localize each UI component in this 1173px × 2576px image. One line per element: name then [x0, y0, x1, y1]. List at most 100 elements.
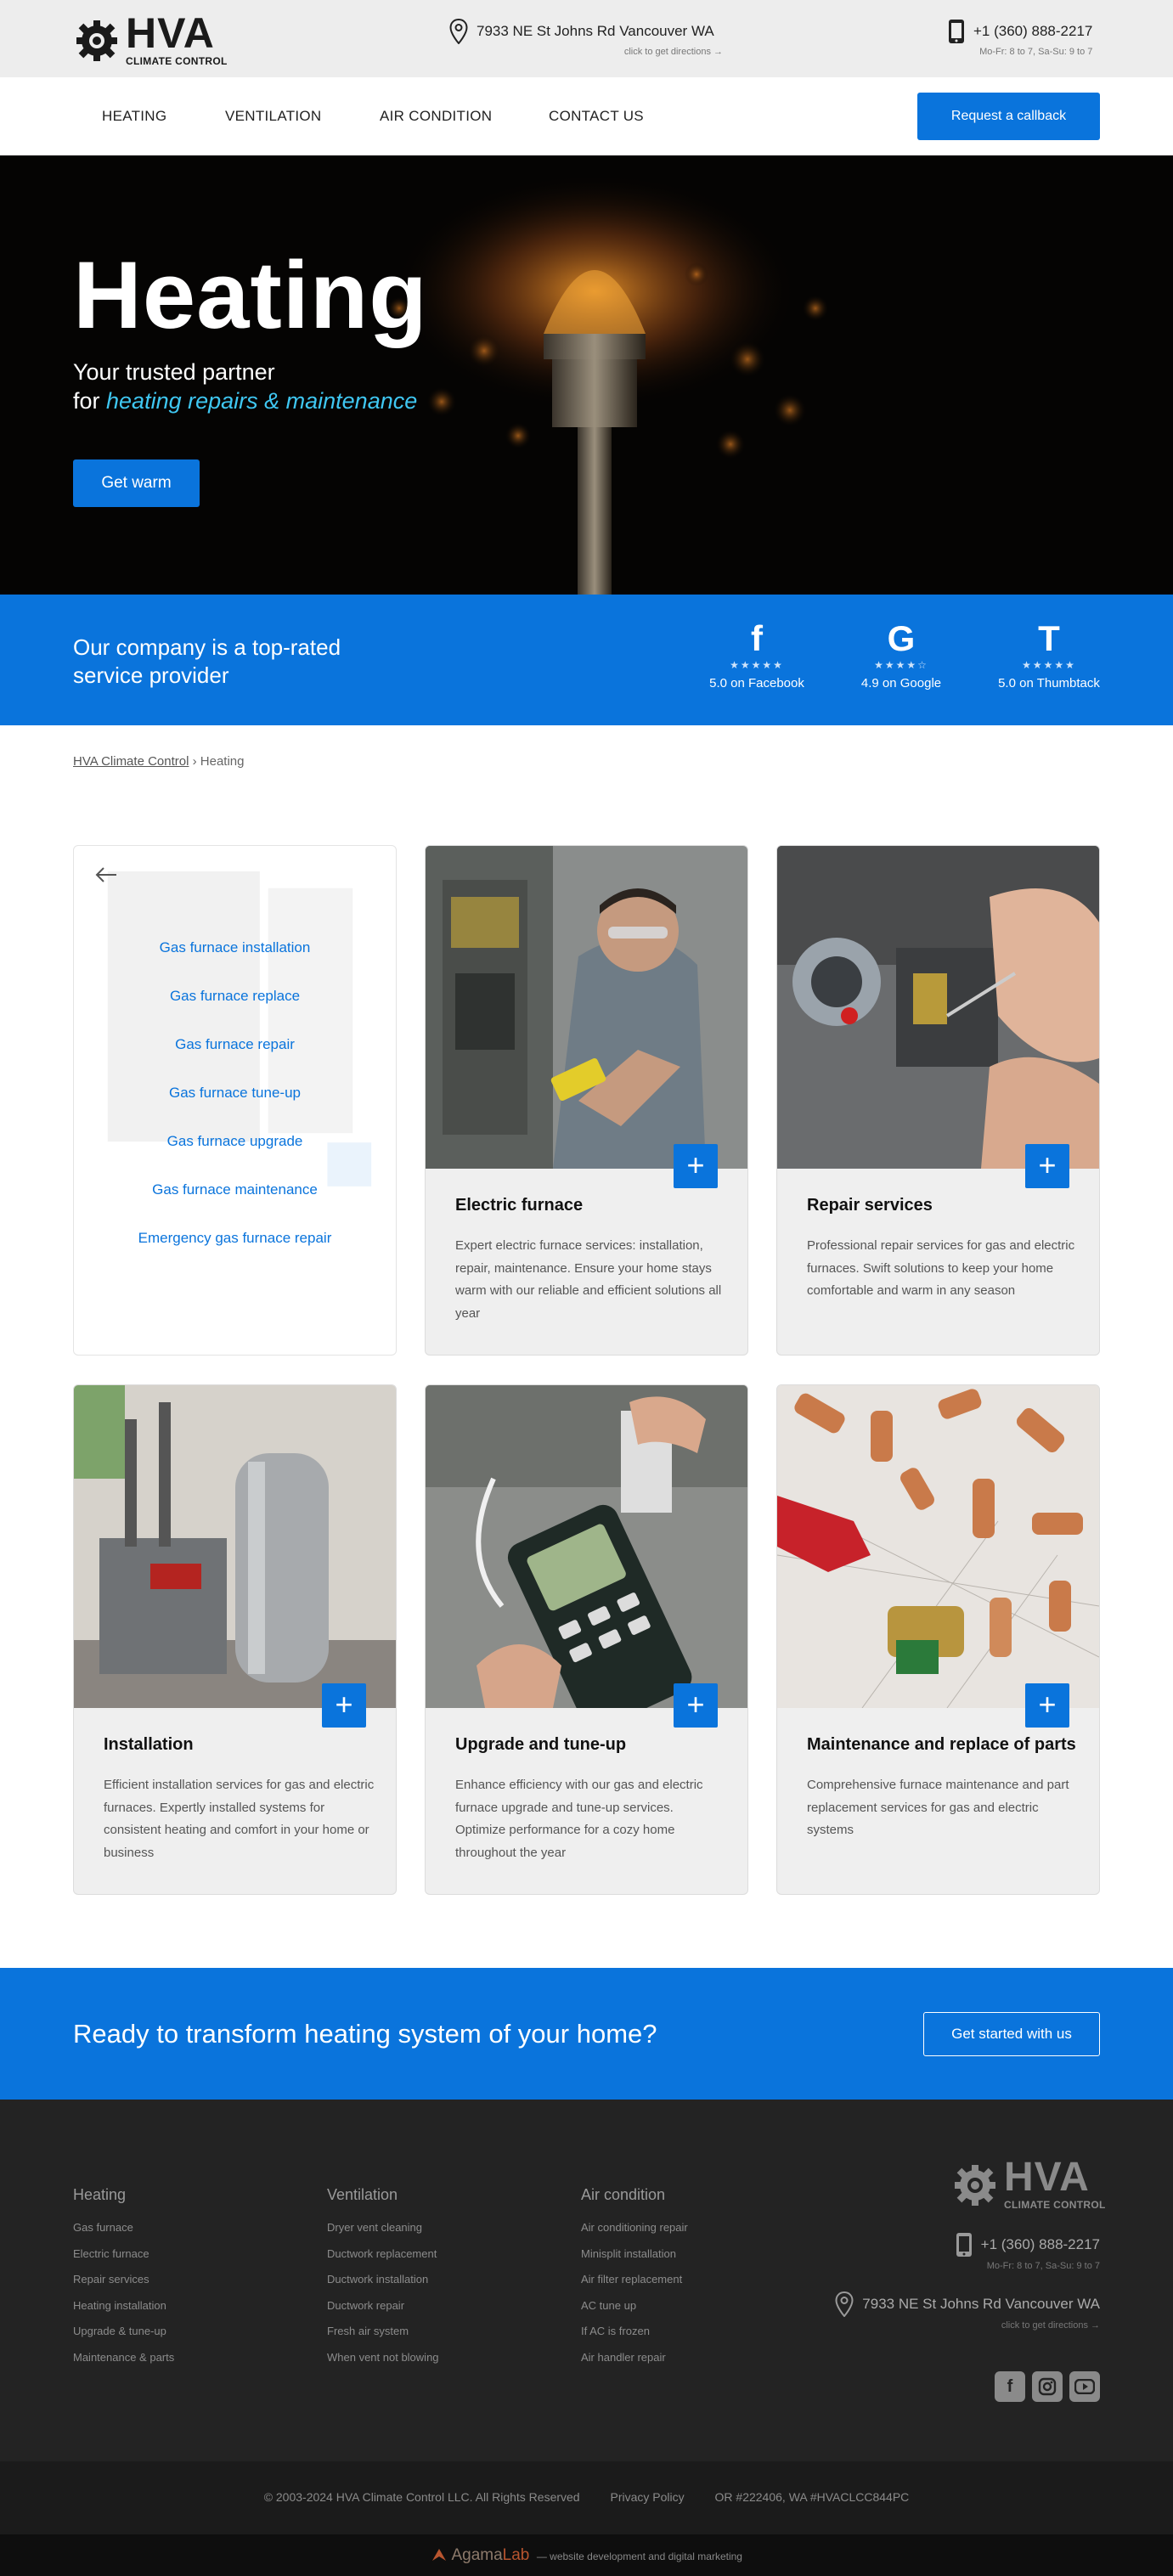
- menu-item-maintenance[interactable]: Gas furnace maintenance: [74, 1181, 396, 1230]
- star-rating: ★★★★★: [730, 659, 784, 671]
- nav-air-condition[interactable]: AIR CONDITION: [380, 108, 492, 125]
- card-title: Maintenance and replace of parts: [807, 1735, 1076, 1754]
- card-description: Enhance efficiency with our gas and elec…: [455, 1778, 703, 1860]
- youtube-icon[interactable]: [1069, 2371, 1100, 2402]
- facebook-icon[interactable]: f: [995, 2371, 1025, 2402]
- footer-column-title[interactable]: Air condition: [581, 2186, 688, 2204]
- hands-repairing-furnace-image: [777, 846, 1099, 1169]
- footer-link[interactable]: Heating installation: [73, 2299, 174, 2325]
- footer-link[interactable]: Ductwork installation: [327, 2273, 439, 2299]
- breadcrumb-current: Heating: [200, 754, 245, 769]
- address-text: 7933 NE St Johns Rd Vancouver WA: [862, 2296, 1100, 2312]
- card-title: Repair services: [807, 1196, 933, 1215]
- footer-logo[interactable]: HVA CLIMATE CONTROL: [951, 2157, 1106, 2210]
- developer-name: AgamaLab: [451, 2546, 529, 2564]
- copyright-text: © 2003-2024 HVA Climate Control LLC. All…: [263, 2490, 580, 2504]
- gear-logo-icon: [76, 20, 117, 61]
- instagram-icon[interactable]: [1032, 2371, 1063, 2402]
- get-started-button[interactable]: Get started with us: [923, 2012, 1100, 2056]
- gas-furnace-menu-card: Gas furnace installation Gas furnace rep…: [73, 845, 397, 1356]
- top-bar: HVA CLIMATE CONTROL 7933 NE St Johns Rd …: [0, 0, 1173, 77]
- hero-tagline-1: Your trusted partner: [73, 359, 275, 385]
- hero-tagline-accent: heating repairs & maintenance: [106, 388, 418, 414]
- cta-band: Ready to transform heating system of you…: [0, 1968, 1173, 2100]
- plus-icon[interactable]: +: [1025, 1683, 1069, 1728]
- menu-item-emergency-repair[interactable]: Emergency gas furnace repair: [74, 1230, 396, 1278]
- address-hint[interactable]: click to get directions →: [449, 47, 723, 57]
- gas-furnace-menu: Gas furnace installation Gas furnace rep…: [74, 939, 396, 1278]
- developer-credit[interactable]: AgamaLab — website development and digit…: [0, 2534, 1173, 2576]
- plus-icon[interactable]: +: [322, 1683, 366, 1728]
- footer-column-title[interactable]: Heating: [73, 2186, 174, 2204]
- menu-item-replace[interactable]: Gas furnace replace: [74, 988, 396, 1036]
- footer-link[interactable]: If AC is frozen: [581, 2325, 688, 2351]
- opening-hours: Mo-Fr: 8 to 7, Sa-Su: 9 to 7: [986, 2261, 1100, 2271]
- card-description: Expert electric furnace services: instal…: [455, 1238, 722, 1321]
- menu-item-installation[interactable]: Gas furnace installation: [74, 939, 396, 988]
- installed-boiler-image: [74, 1385, 396, 1708]
- star-rating: ★★★★★: [1022, 659, 1076, 671]
- breadcrumb-separator: ›: [192, 754, 197, 769]
- service-card-installation[interactable]: + Installation Efficient installation se…: [73, 1384, 397, 1895]
- card-description: Efficient installation services for gas …: [104, 1778, 375, 1860]
- rating-facebook[interactable]: f ★★★★★ 5.0 on Facebook: [697, 620, 816, 691]
- footer-phone[interactable]: +1 (360) 888-2217 Mo-Fr: 8 to 7, Sa-Su: …: [956, 2232, 1100, 2271]
- header-phone[interactable]: +1 (360) 888-2217 Mo-Fr: 8 to 7, Sa-Su: …: [948, 19, 1092, 57]
- footer-column-title[interactable]: Ventilation: [327, 2186, 439, 2204]
- mobile-phone-icon: [956, 2233, 972, 2257]
- card-title: Electric furnace: [455, 1196, 584, 1215]
- plus-icon[interactable]: +: [1025, 1144, 1069, 1188]
- service-card-repair-services[interactable]: + Repair services Professional repair se…: [776, 845, 1100, 1356]
- footer-link[interactable]: Air conditioning repair: [581, 2221, 688, 2247]
- nav-ventilation[interactable]: VENTILATION: [225, 108, 322, 125]
- service-card-electric-furnace[interactable]: + Electric furnace Expert electric furna…: [425, 845, 748, 1356]
- plus-icon[interactable]: +: [674, 1144, 718, 1188]
- back-arrow-icon[interactable]: [93, 861, 120, 888]
- breadcrumb-home-link[interactable]: HVA Climate Control: [73, 754, 189, 769]
- footer-link[interactable]: Fresh air system: [327, 2325, 439, 2351]
- footer-link[interactable]: Gas furnace: [73, 2221, 174, 2247]
- footer-link[interactable]: Minisplit installation: [581, 2247, 688, 2274]
- service-card-upgrade-tune-up[interactable]: + Upgrade and tune-up Enhance efficiency…: [425, 1384, 748, 1895]
- footer-link[interactable]: Dryer vent cleaning: [327, 2221, 439, 2247]
- footer-address[interactable]: 7933 NE St Johns Rd Vancouver WA click t…: [835, 2291, 1100, 2331]
- footer-link[interactable]: Repair services: [73, 2273, 174, 2299]
- footer: Heating Gas furnace Electric furnace Rep…: [0, 2100, 1173, 2461]
- hero-tagline-prefix: for: [73, 388, 107, 414]
- footer-link[interactable]: Ductwork replacement: [327, 2247, 439, 2274]
- logo-name: HVA: [1004, 2155, 1090, 2200]
- footer-link[interactable]: Air handler repair: [581, 2351, 688, 2377]
- menu-item-repair[interactable]: Gas furnace repair: [74, 1036, 396, 1085]
- developer-tagline: — website development and digital market…: [536, 2551, 742, 2562]
- menu-item-tune-up[interactable]: Gas furnace tune-up: [74, 1085, 396, 1133]
- footer-link[interactable]: When vent not blowing: [327, 2351, 439, 2377]
- menu-item-upgrade[interactable]: Gas furnace upgrade: [74, 1133, 396, 1181]
- rating-thumbtack[interactable]: T ★★★★★ 5.0 on Thumbtack: [990, 620, 1108, 691]
- footer-link[interactable]: Electric furnace: [73, 2247, 174, 2274]
- footer-link[interactable]: Maintenance & parts: [73, 2351, 174, 2377]
- phone-number[interactable]: +1 (360) 888-2217: [973, 23, 1092, 40]
- footer-link[interactable]: Upgrade & tune-up: [73, 2325, 174, 2351]
- request-callback-button[interactable]: Request a callback: [917, 93, 1100, 140]
- nav-heating[interactable]: HEATING: [102, 108, 166, 125]
- logo[interactable]: HVA CLIMATE CONTROL: [73, 12, 228, 66]
- card-description: Professional repair services for gas and…: [807, 1238, 1075, 1298]
- get-warm-button[interactable]: Get warm: [73, 459, 200, 507]
- phone-number[interactable]: +1 (360) 888-2217: [981, 2236, 1100, 2253]
- plus-icon[interactable]: +: [674, 1683, 718, 1728]
- privacy-policy-link[interactable]: Privacy Policy: [610, 2490, 684, 2504]
- footer-link[interactable]: Air filter replacement: [581, 2273, 688, 2299]
- footer-link[interactable]: Ductwork repair: [327, 2299, 439, 2325]
- nav-contact-us[interactable]: CONTACT US: [549, 108, 644, 125]
- card-description: Comprehensive furnace maintenance and pa…: [807, 1778, 1069, 1837]
- card-title: Installation: [104, 1735, 194, 1754]
- agamalab-logo-icon: [432, 2549, 447, 2561]
- breadcrumb: HVA Climate Control › Heating: [73, 754, 244, 769]
- service-card-maintenance-parts[interactable]: + Maintenance and replace of parts Compr…: [776, 1384, 1100, 1895]
- address-hint[interactable]: click to get directions →: [835, 2320, 1100, 2331]
- header-address[interactable]: 7933 NE St Johns Rd Vancouver WA click t…: [449, 19, 723, 57]
- footer-link[interactable]: AC tune up: [581, 2299, 688, 2325]
- gas-analyzer-device-image: [426, 1385, 747, 1708]
- hero-tagline-2: for heating repairs & maintenance: [73, 388, 417, 414]
- rating-google[interactable]: G ★★★★☆ 4.9 on Google: [842, 620, 961, 691]
